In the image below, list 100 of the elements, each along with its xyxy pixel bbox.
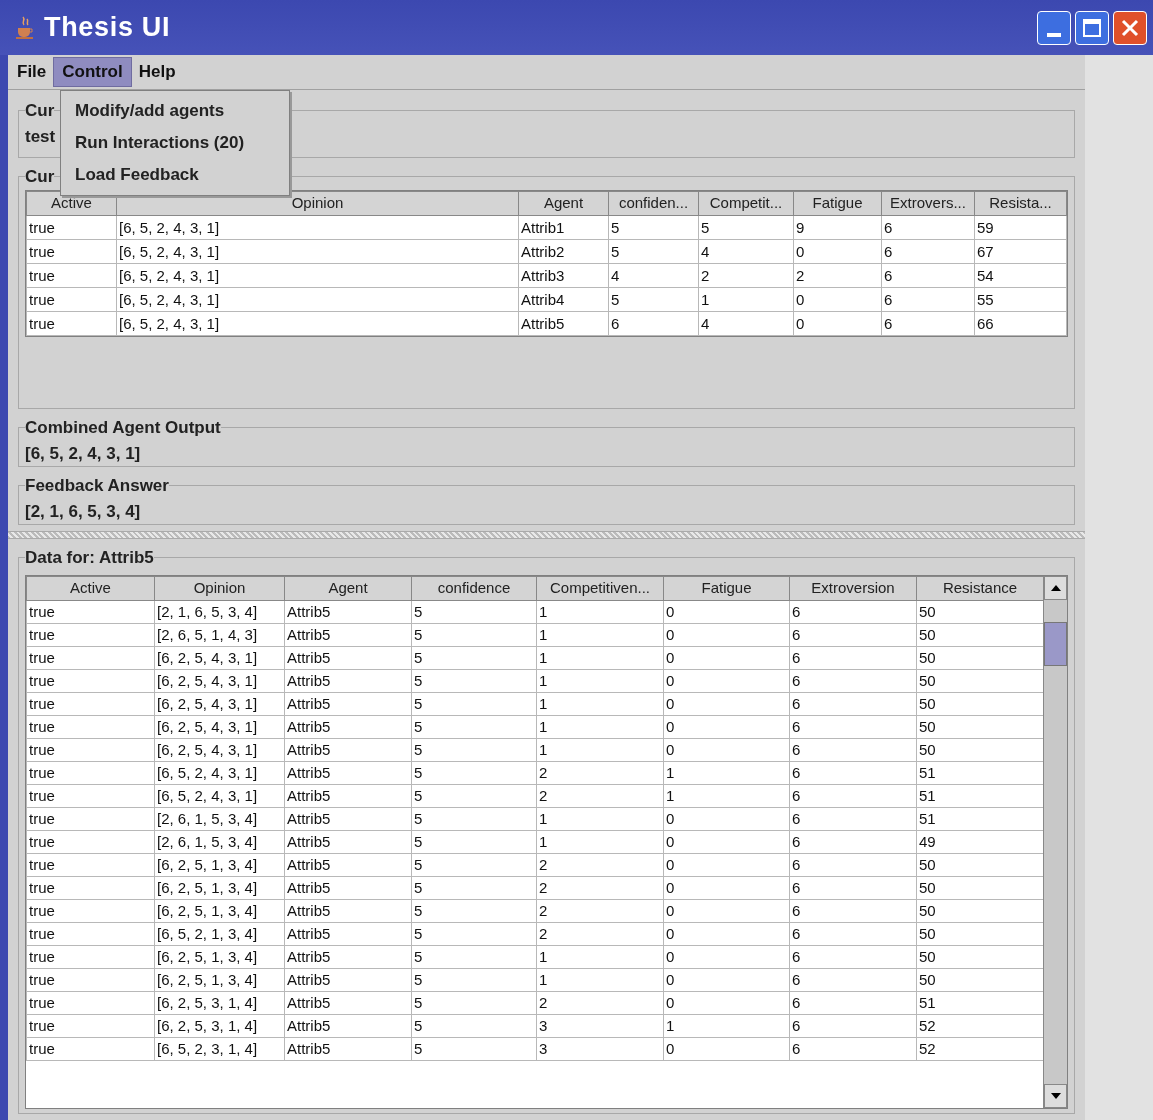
table-cell: Attrib5 xyxy=(284,600,412,623)
column-header[interactable]: Active xyxy=(26,576,155,600)
table-cell: 6 xyxy=(881,215,975,239)
table-cell: 0 xyxy=(663,807,790,830)
close-icon xyxy=(1121,18,1139,37)
column-header[interactable]: Agent xyxy=(518,191,609,215)
table-cell: true xyxy=(26,991,155,1014)
table-cell: Attrib5 xyxy=(284,1037,412,1060)
maximize-button[interactable] xyxy=(1075,10,1109,45)
table-cell: 6 xyxy=(789,623,917,646)
table-cell: 2 xyxy=(536,991,664,1014)
table-cell: 5 xyxy=(411,715,537,738)
vertical-scrollbar[interactable] xyxy=(1043,575,1067,1108)
column-header[interactable]: Opinion xyxy=(154,576,285,600)
table-cell: [6, 5, 2, 4, 3, 1] xyxy=(116,287,519,311)
column-header[interactable]: Extrovers... xyxy=(881,191,975,215)
table-cell: [6, 5, 2, 4, 3, 1] xyxy=(116,215,519,239)
column-header[interactable]: Competit... xyxy=(698,191,794,215)
scroll-up-button[interactable] xyxy=(1044,575,1067,600)
menu-item[interactable]: Control xyxy=(53,57,132,87)
table-cell: [6, 2, 5, 1, 3, 4] xyxy=(154,968,285,991)
column-header[interactable]: Competitiven... xyxy=(536,576,664,600)
table-cell: 55 xyxy=(974,287,1067,311)
table-cell: 6 xyxy=(789,1037,917,1060)
table-cell: 1 xyxy=(536,807,664,830)
table-cell: [2, 6, 1, 5, 3, 4] xyxy=(154,807,285,830)
table-cell: true xyxy=(26,899,155,922)
table-cell: 5 xyxy=(411,761,537,784)
table-cell: [6, 2, 5, 4, 3, 1] xyxy=(154,738,285,761)
table-cell: 6 xyxy=(608,311,699,335)
table-cell: 6 xyxy=(789,853,917,876)
minimize-button[interactable] xyxy=(1037,10,1071,45)
group-title: Feedback Answer xyxy=(25,475,169,497)
table-cell: 6 xyxy=(789,669,917,692)
table-cell: Attrib5 xyxy=(284,784,412,807)
table-cell: 1 xyxy=(663,784,790,807)
table-cell: [6, 5, 2, 3, 1, 4] xyxy=(154,1037,285,1060)
table-cell: 59 xyxy=(974,215,1067,239)
column-header[interactable]: Resistance xyxy=(916,576,1043,600)
menu-entry[interactable]: Modify/add agents xyxy=(61,95,289,127)
column-header[interactable]: Fatigue xyxy=(663,576,790,600)
table-cell: true xyxy=(26,311,117,335)
table-cell: 5 xyxy=(411,945,537,968)
menu-item[interactable]: Help xyxy=(133,57,181,87)
table-cell: true xyxy=(26,945,155,968)
column-header[interactable]: Agent xyxy=(284,576,412,600)
table-cell: Attrib5 xyxy=(284,922,412,945)
table-cell: 5 xyxy=(411,669,537,692)
table-cell: 5 xyxy=(411,853,537,876)
table-cell: [6, 2, 5, 3, 1, 4] xyxy=(154,1014,285,1037)
column-header[interactable]: confiden... xyxy=(608,191,699,215)
table-cell: 6 xyxy=(881,263,975,287)
table-cell: true xyxy=(26,239,117,263)
column-header[interactable]: Fatigue xyxy=(793,191,882,215)
group-title: Cur xyxy=(25,100,55,122)
scroll-down-button[interactable] xyxy=(1044,1084,1067,1108)
table-cell: 5 xyxy=(608,287,699,311)
scroll-thumb[interactable] xyxy=(1044,621,1067,666)
minimize-icon xyxy=(1047,32,1061,37)
table-cell: true xyxy=(26,692,155,715)
table-cell: 1 xyxy=(536,646,664,669)
table-cell: 5 xyxy=(608,215,699,239)
table-cell: Attrib5 xyxy=(284,853,412,876)
table-cell: 2 xyxy=(536,876,664,899)
table-cell: 0 xyxy=(663,600,790,623)
table-cell: true xyxy=(26,807,155,830)
menu-entry[interactable]: Load Feedback xyxy=(61,159,289,191)
table-cell: Attrib5 xyxy=(284,738,412,761)
menu-entry[interactable]: Run Interactions (20) xyxy=(61,127,289,159)
table-cell: Attrib5 xyxy=(284,692,412,715)
column-header[interactable]: confidence xyxy=(411,576,537,600)
table-cell: 0 xyxy=(663,899,790,922)
close-button[interactable] xyxy=(1113,10,1147,45)
table-cell: 1 xyxy=(536,623,664,646)
table-cell: Attrib4 xyxy=(518,287,609,311)
table-cell: 6 xyxy=(789,646,917,669)
table-cell: [6, 2, 5, 4, 3, 1] xyxy=(154,715,285,738)
table-cell: 0 xyxy=(663,1037,790,1060)
table-cell: 6 xyxy=(789,922,917,945)
table-cell: true xyxy=(26,968,155,991)
table-cell: [6, 5, 2, 4, 3, 1] xyxy=(154,784,285,807)
column-header[interactable]: Extroversion xyxy=(789,576,917,600)
table-cell: 1 xyxy=(536,669,664,692)
table-cell: 1 xyxy=(663,761,790,784)
table-cell: 0 xyxy=(663,623,790,646)
table-cell: true xyxy=(26,853,155,876)
menu-item[interactable]: File xyxy=(12,57,52,87)
table-cell: Attrib5 xyxy=(284,1014,412,1037)
table-cell: true xyxy=(26,922,155,945)
table-cell: 1 xyxy=(536,692,664,715)
table-cell: 2 xyxy=(536,853,664,876)
column-header[interactable]: Resista... xyxy=(974,191,1067,215)
table-cell: Attrib5 xyxy=(284,830,412,853)
table-cell: true xyxy=(26,784,155,807)
table-cell: Attrib5 xyxy=(284,876,412,899)
table-cell: [6, 2, 5, 1, 3, 4] xyxy=(154,945,285,968)
table-cell: [6, 5, 2, 4, 3, 1] xyxy=(154,761,285,784)
down-arrow-icon xyxy=(1050,1093,1061,1099)
table-cell: 0 xyxy=(663,715,790,738)
table-cell: 5 xyxy=(411,1014,537,1037)
